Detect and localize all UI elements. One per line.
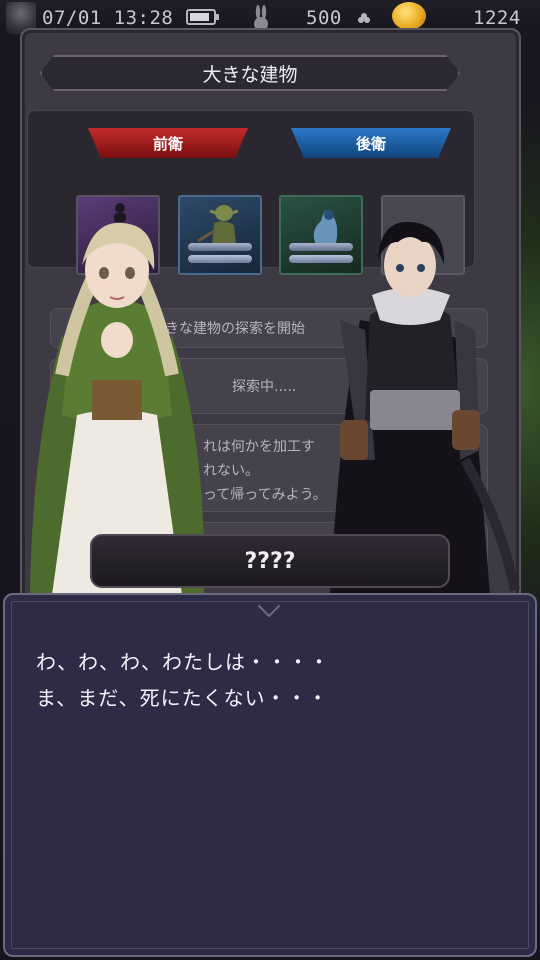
log-text-3d: って帰ってみよう。 bbox=[203, 487, 327, 503]
location-title: 大きな建物 bbox=[202, 63, 298, 86]
battery-icon bbox=[186, 9, 219, 25]
speaker-name: ???? bbox=[244, 548, 296, 574]
battery-level bbox=[190, 13, 209, 21]
coin-icon bbox=[392, 2, 426, 30]
stamina-value: 500 bbox=[306, 7, 342, 29]
log-text-3a: れは何かを加工す bbox=[203, 439, 315, 455]
front-row-banner: 前衛 bbox=[88, 128, 248, 158]
back-row-banner: 後衛 bbox=[291, 128, 451, 158]
dialog-ornament-icon bbox=[258, 605, 280, 617]
log-text-2: 探索中..... bbox=[232, 379, 297, 395]
dialog-line-2: ま、まだ、死にたくない・・・ bbox=[36, 686, 329, 710]
dialog-line-1: わ、わ、わ、わたしは・・・・ bbox=[36, 650, 330, 674]
coin-count: 1224 bbox=[473, 7, 521, 29]
datetime-text: 07/01 13:28 bbox=[42, 7, 174, 29]
clover-icon bbox=[358, 13, 370, 23]
